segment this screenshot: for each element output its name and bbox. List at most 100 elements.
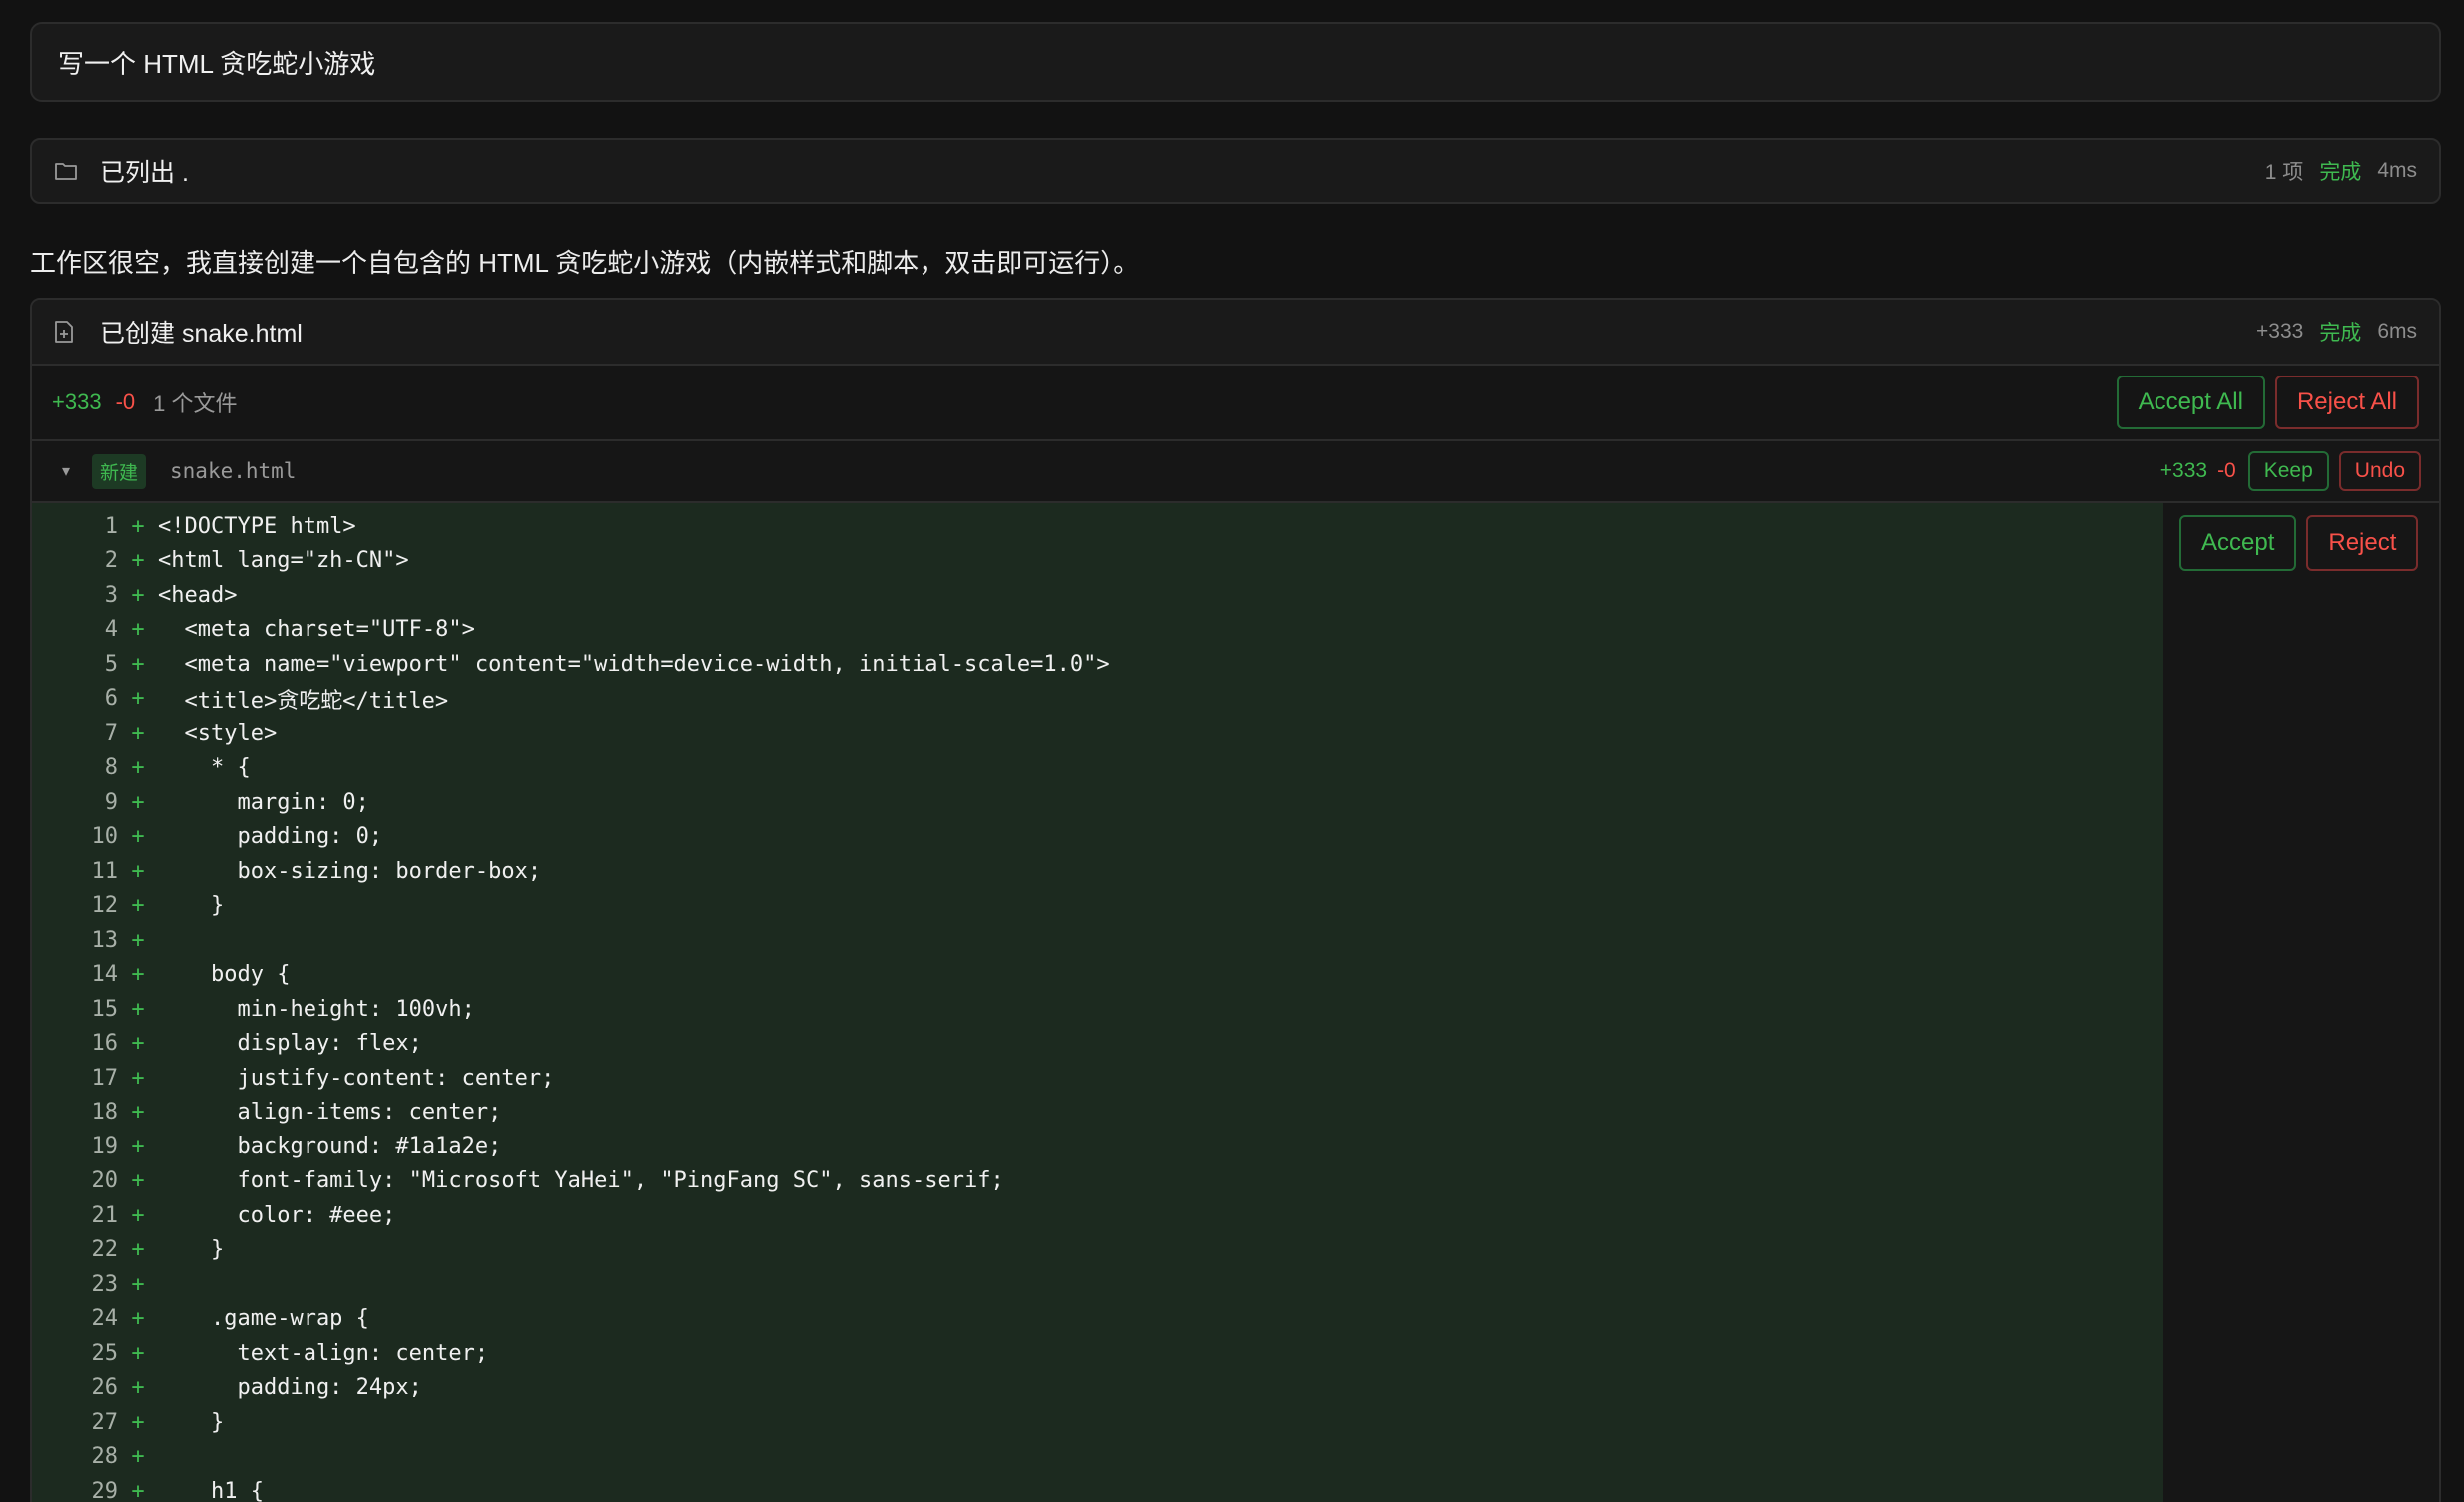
- added-marker: +: [131, 1271, 145, 1297]
- code-line: 24 + .game-wrap {: [32, 1302, 2163, 1337]
- code-text: margin: 0;: [158, 789, 369, 815]
- line-number: 19: [91, 1133, 119, 1159]
- create-tool-card: 已创建 snake.html +333 完成 6ms +333 -0 1 个文件…: [30, 298, 2441, 1502]
- code-text: <head>: [158, 582, 238, 608]
- code-line: 19 + background: #1a1a2e;: [32, 1129, 2163, 1164]
- line-number: 27: [91, 1409, 119, 1435]
- added-marker: +: [131, 858, 145, 884]
- reject-hunk-button[interactable]: Reject: [2306, 515, 2419, 571]
- added-marker: +: [131, 1100, 145, 1126]
- code-line: 2 + <html lang="zh-CN">: [32, 544, 2163, 579]
- line-number: 28: [91, 1444, 119, 1470]
- summary-added: +333: [52, 389, 102, 414]
- code-line: 21 + color: #eee;: [32, 1198, 2163, 1233]
- added-marker: +: [131, 686, 145, 712]
- code-text: h1 {: [158, 1478, 264, 1502]
- line-number: 24: [91, 1306, 119, 1332]
- file-removed: -0: [2217, 459, 2236, 482]
- added-marker: +: [131, 1375, 145, 1401]
- code-text: <meta name="viewport" content="width=dev…: [158, 651, 1110, 677]
- create-tool-meta: +333 完成 6ms: [2256, 317, 2417, 347]
- list-tool-meta: 1 项 完成 4ms: [2265, 156, 2417, 186]
- code-line: 22 + }: [32, 1233, 2163, 1268]
- code-text: text-align: center;: [158, 1340, 489, 1366]
- create-tool-title: 已创建 snake.html: [100, 320, 303, 348]
- undo-button[interactable]: Undo: [2338, 451, 2421, 491]
- code-line: 18 + align-items: center;: [32, 1096, 2163, 1130]
- added-marker: +: [131, 720, 145, 746]
- line-number: 6: [104, 686, 118, 712]
- line-number: 21: [91, 1202, 119, 1228]
- list-tool-card[interactable]: 已列出 . 1 项 完成 4ms: [30, 138, 2441, 204]
- added-marker: +: [131, 927, 145, 953]
- added-marker: +: [131, 1444, 145, 1470]
- code-line: 1 + <!DOCTYPE html>: [32, 509, 2163, 544]
- diff-summary-bar: +333 -0 1 个文件 Accept All Reject All: [32, 366, 2439, 441]
- code-line: 16 + display: flex;: [32, 1027, 2163, 1062]
- added-marker: +: [131, 617, 145, 643]
- accept-hunk-button[interactable]: Accept: [2179, 515, 2297, 571]
- code-text: justify-content: center;: [158, 1065, 555, 1091]
- code-line: 28 +: [32, 1440, 2163, 1475]
- create-tool-added: +333: [2256, 320, 2304, 343]
- added-marker: +: [131, 1133, 145, 1159]
- line-number: 14: [91, 962, 119, 988]
- added-marker: +: [131, 1306, 145, 1332]
- added-marker: +: [131, 651, 145, 677]
- line-number: 15: [91, 996, 119, 1022]
- line-number: 1: [104, 513, 118, 539]
- code-text: body {: [158, 962, 291, 988]
- added-marker: +: [131, 513, 145, 539]
- added-marker: +: [131, 1031, 145, 1057]
- added-marker: +: [131, 824, 145, 850]
- code-text: min-height: 100vh;: [158, 996, 475, 1022]
- line-number: 5: [104, 651, 118, 677]
- line-number: 13: [91, 927, 119, 953]
- code-line: 29 + h1 {: [32, 1474, 2163, 1502]
- code-text: box-sizing: border-box;: [158, 858, 542, 884]
- line-number: 16: [91, 1031, 119, 1057]
- line-number: 25: [91, 1340, 119, 1366]
- code-line: 10 + padding: 0;: [32, 820, 2163, 855]
- folder-icon: [54, 158, 80, 184]
- line-number: 29: [91, 1478, 119, 1502]
- code-line: 5 + <meta name="viewport" content="width=…: [32, 647, 2163, 682]
- code-text: font-family: "Microsoft YaHei", "PingFan…: [158, 1168, 1004, 1194]
- code-line: 26 + padding: 24px;: [32, 1371, 2163, 1406]
- added-marker: +: [131, 1478, 145, 1502]
- create-tool-duration: 6ms: [2377, 320, 2417, 343]
- new-file-badge: 新建: [92, 453, 147, 489]
- added-marker: +: [131, 755, 145, 781]
- code-line: 23 +: [32, 1267, 2163, 1302]
- create-tool-status: 完成: [2319, 322, 2362, 345]
- line-number: 7: [104, 720, 118, 746]
- code-text: display: flex;: [158, 1031, 422, 1057]
- code-line: 25 + text-align: center;: [32, 1336, 2163, 1371]
- added-marker: +: [131, 548, 145, 574]
- hunk-action-panel: Accept Reject: [2163, 503, 2439, 1502]
- line-number: 26: [91, 1375, 119, 1401]
- code-line: 8 + * {: [32, 751, 2163, 786]
- reject-all-button[interactable]: Reject All: [2274, 376, 2419, 429]
- code-text: <html lang="zh-CN">: [158, 548, 409, 574]
- accept-all-button[interactable]: Accept All: [2116, 376, 2265, 429]
- code-line: 12 + }: [32, 889, 2163, 924]
- keep-button[interactable]: Keep: [2247, 451, 2329, 491]
- line-number: 11: [91, 858, 119, 884]
- summary-file-count: 1 个文件: [153, 391, 238, 416]
- added-marker: +: [131, 1409, 145, 1435]
- added-marker: +: [131, 789, 145, 815]
- chevron-down-icon[interactable]: ▾: [62, 461, 92, 481]
- user-prompt: 写一个 HTML 贪吃蛇小游戏: [30, 22, 2441, 102]
- list-tool-status: 完成: [2319, 161, 2362, 184]
- code-line: 7 + <style>: [32, 716, 2163, 751]
- code-diff-block: 1 + <!DOCTYPE html> 2 + <html lang="zh-CN"> 3 +…: [32, 503, 2163, 1502]
- line-number: 20: [91, 1168, 119, 1194]
- code-line: 17 + justify-content: center;: [32, 1061, 2163, 1096]
- chat-page: 写一个 HTML 贪吃蛇小游戏 已列出 . 1 项 完成 4ms 工作区很空，我…: [0, 0, 2464, 1502]
- create-tool-header[interactable]: 已创建 snake.html +333 完成 6ms: [32, 300, 2439, 366]
- code-line: 13 +: [32, 923, 2163, 958]
- code-text: <!DOCTYPE html>: [158, 513, 356, 539]
- code-text: }: [158, 893, 225, 919]
- file-entry-row[interactable]: ▾ 新建 snake.html +333 -0 Keep Undo: [32, 441, 2439, 503]
